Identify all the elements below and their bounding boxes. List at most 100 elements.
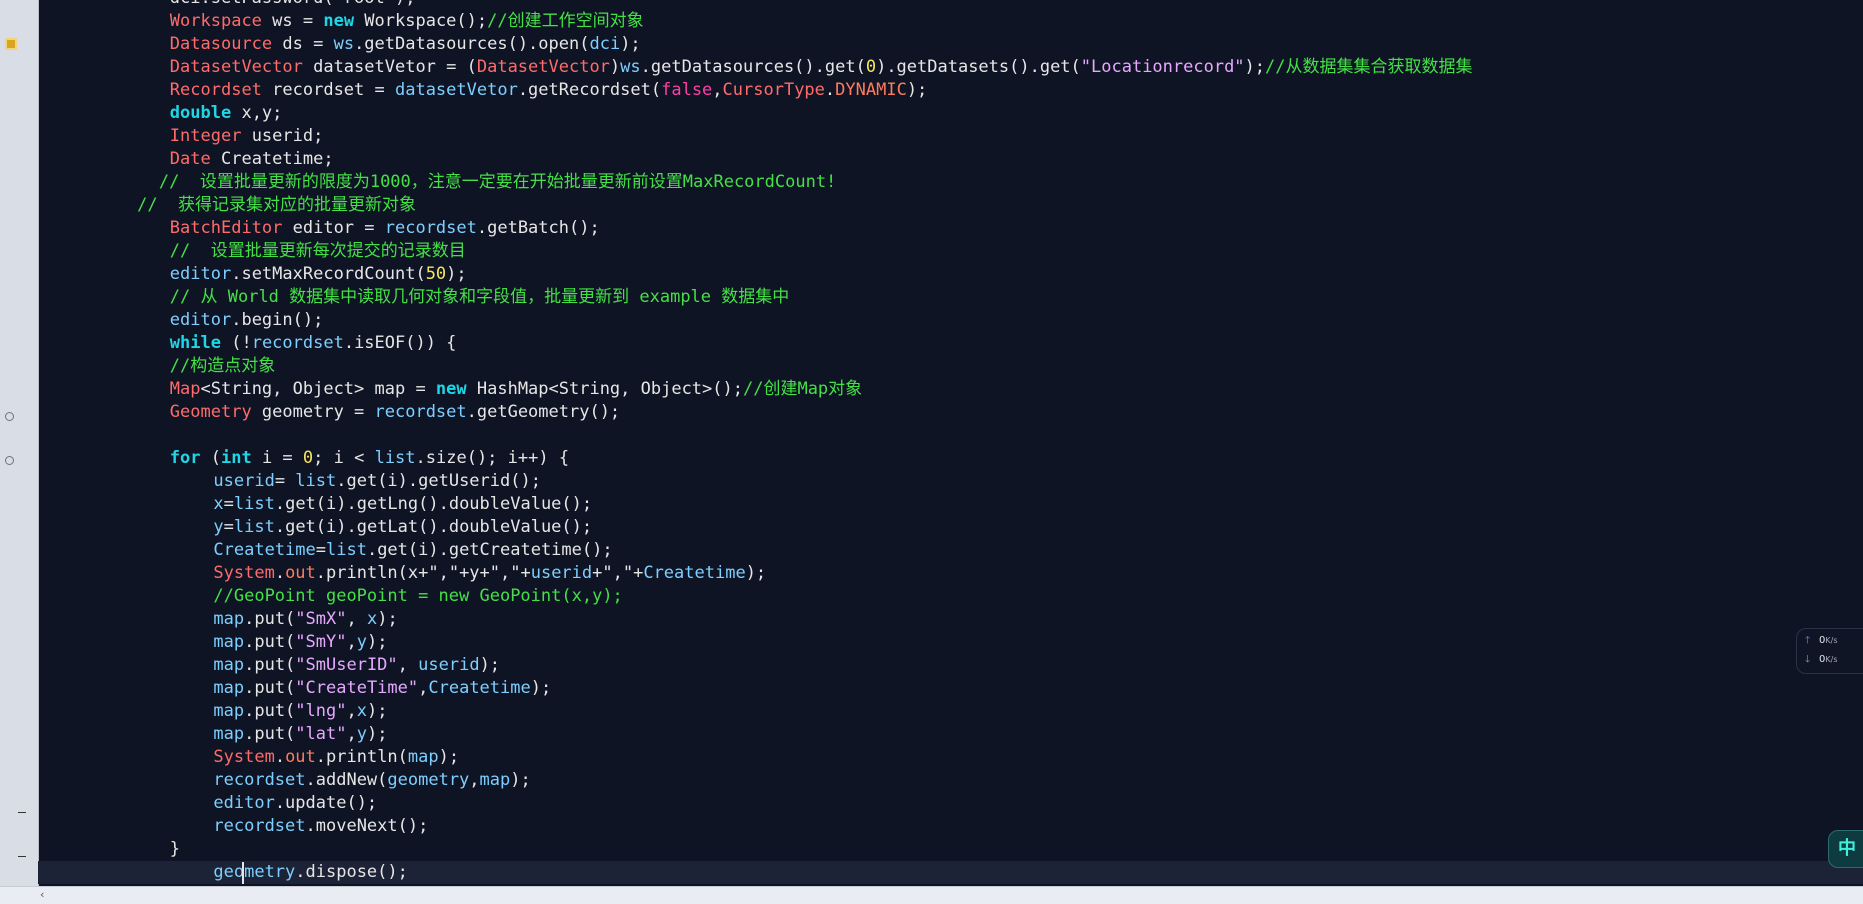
code-token: recordset	[384, 218, 477, 238]
fold-marker[interactable]	[18, 812, 26, 813]
code-token: while	[169, 333, 221, 353]
code-line[interactable]	[38, 424, 1863, 447]
code-token: .put(	[244, 655, 296, 675]
code-token: "CreateTime"	[295, 678, 419, 698]
code-line[interactable]: BatchEditor editor = recordset.getBatch(…	[38, 217, 1863, 240]
code-token: // 获得记录集对应的批量更新对象	[137, 195, 417, 215]
code-token: );	[620, 34, 641, 54]
code-line[interactable]: map.put("lat",y);	[38, 723, 1863, 746]
code-line[interactable]: map.put("SmX", x);	[38, 608, 1863, 631]
code-line[interactable]: Workspace ws = new Workspace();//创建工作空间对…	[38, 10, 1863, 33]
network-speed-widget[interactable]: 🡑 0K/s 🡓 0K/s	[1796, 628, 1863, 674]
code-editor[interactable]: dci.setPassword("root"); Workspace ws = n…	[38, 0, 1863, 887]
code-line[interactable]: double x,y;	[38, 102, 1863, 125]
code-token: Createtime	[643, 563, 746, 583]
code-line[interactable]: map.put("CreateTime",Createtime);	[38, 677, 1863, 700]
code-line[interactable]: Integer userid;	[38, 125, 1863, 148]
code-line[interactable]: x=list.get(i).getLng().doubleValue();	[38, 493, 1863, 516]
code-line[interactable]: editor.update();	[38, 792, 1863, 815]
code-line[interactable]: // 设置批量更新的限度为1000，注意一定要在开始批量更新前设置MaxReco…	[38, 171, 1863, 194]
code-token: 50	[425, 264, 447, 284]
code-line[interactable]: recordset.moveNext();	[38, 815, 1863, 838]
code-line[interactable]: map.put("SmUserID", userid);	[38, 654, 1863, 677]
editor-gutter	[0, 0, 39, 887]
code-token: userid	[418, 655, 480, 675]
code-line[interactable]: DatasetVector datasetVetor = (DatasetVec…	[38, 56, 1863, 79]
code-line[interactable]: Createtime=list.get(i).getCreatetime();	[38, 539, 1863, 562]
code-token: =	[274, 471, 296, 491]
code-token: x	[366, 609, 378, 629]
code-token: map	[213, 609, 245, 629]
code-token: x,y;	[231, 103, 283, 123]
code-token: ,	[397, 655, 419, 675]
code-line[interactable]: //GeoPoint geoPoint = new GeoPoint(x,y);	[38, 585, 1863, 608]
code-token: out	[285, 563, 316, 583]
code-token: Recordset	[169, 80, 262, 100]
code-line[interactable]: for (int i = 0; i < list.size(); i++) {	[38, 447, 1863, 470]
code-line[interactable]: Geometry geometry = recordset.getGeometr…	[38, 401, 1863, 424]
code-line[interactable]: Date Createtime;	[38, 148, 1863, 171]
horizontal-scrollbar[interactable]: ‹	[0, 886, 1863, 904]
code-line[interactable]: }	[38, 838, 1863, 861]
code-token: map	[213, 724, 245, 744]
code-line[interactable]: // 从 World 数据集中读取几何对象和字段值，批量更新到 example …	[38, 286, 1863, 309]
code-token: map	[213, 701, 245, 721]
code-token: DYNAMIC	[835, 80, 907, 100]
code-token: //GeoPoint geoPoint = new GeoPoint(x,y);	[213, 586, 623, 606]
code-token: .isEOF()) {	[343, 333, 457, 353]
code-line[interactable]: userid= list.get(i).getUserid();	[38, 470, 1863, 493]
code-line[interactable]: // 获得记录集对应的批量更新对象	[38, 194, 1863, 217]
code-token: .update();	[274, 793, 378, 813]
chevron-left-icon[interactable]: ‹	[40, 888, 44, 901]
code-line[interactable]: recordset.addNew(geometry,map);	[38, 769, 1863, 792]
code-token: .get(i).getLat().doubleValue();	[274, 517, 593, 537]
code-line[interactable]: editor.begin();	[38, 309, 1863, 332]
code-token: datasetVetor = (	[302, 57, 477, 77]
code-token: ,	[418, 678, 429, 698]
code-token: Createtime	[428, 678, 531, 698]
code-line[interactable]: Map<String, Object> map = new HashMap<St…	[38, 378, 1863, 401]
code-token: Date	[169, 149, 211, 169]
code-token: int	[221, 448, 252, 468]
code-line[interactable]: map.put("lng",x);	[38, 700, 1863, 723]
code-token: .size(); i++) {	[415, 448, 570, 468]
code-token: (	[200, 448, 221, 468]
code-token: ,	[346, 609, 367, 629]
code-line[interactable]: while (!recordset.isEOF()) {	[38, 332, 1863, 355]
code-line[interactable]: geometry.dispose();	[38, 861, 1863, 884]
warning-icon[interactable]	[5, 38, 17, 50]
code-token: .addNew(	[305, 770, 388, 790]
code-token: =	[315, 540, 326, 560]
code-token: .put(	[244, 609, 296, 629]
code-token: <String, Object> map =	[200, 379, 436, 399]
code-line[interactable]: dci.setPassword("root");	[38, 0, 1863, 10]
code-line[interactable]: // 设置批量更新每次提交的记录数目	[38, 240, 1863, 263]
breakpoint-marker-icon[interactable]	[5, 412, 14, 421]
code-token: editor	[169, 264, 232, 284]
code-line[interactable]: Datasource ds = ws.getDatasources().open…	[38, 33, 1863, 56]
code-token: //创建Map对象	[742, 379, 863, 399]
ime-indicator[interactable]: 中	[1828, 830, 1863, 868]
code-token: new	[323, 11, 355, 31]
code-token: Map	[169, 379, 201, 399]
code-token: x	[356, 701, 367, 721]
code-line[interactable]: y=list.get(i).getLat().doubleValue();	[38, 516, 1863, 539]
code-token: "SmUserID"	[295, 655, 398, 675]
code-token: (!	[220, 333, 252, 353]
code-token: y	[356, 632, 367, 652]
code-line[interactable]: System.out.println(x+","+y+","+userid+",…	[38, 562, 1863, 585]
code-token: list	[233, 494, 275, 514]
code-token: .get(i).getUserid();	[336, 471, 541, 491]
code-token: ws	[333, 34, 355, 54]
code-line[interactable]: System.out.println(map);	[38, 746, 1863, 769]
code-line[interactable]: editor.setMaxRecordCount(50);	[38, 263, 1863, 286]
code-token: System	[213, 563, 275, 583]
code-line[interactable]: map.put("SmY",y);	[38, 631, 1863, 654]
breakpoint-marker-icon[interactable]	[5, 456, 14, 465]
code-token: 0	[302, 448, 314, 468]
code-line[interactable]: //构造点对象	[38, 355, 1863, 378]
code-token: );	[377, 609, 398, 629]
code-line[interactable]: Recordset recordset = datasetVetor.getRe…	[38, 79, 1863, 102]
code-token: +","+	[592, 563, 644, 583]
fold-marker[interactable]	[18, 856, 26, 857]
